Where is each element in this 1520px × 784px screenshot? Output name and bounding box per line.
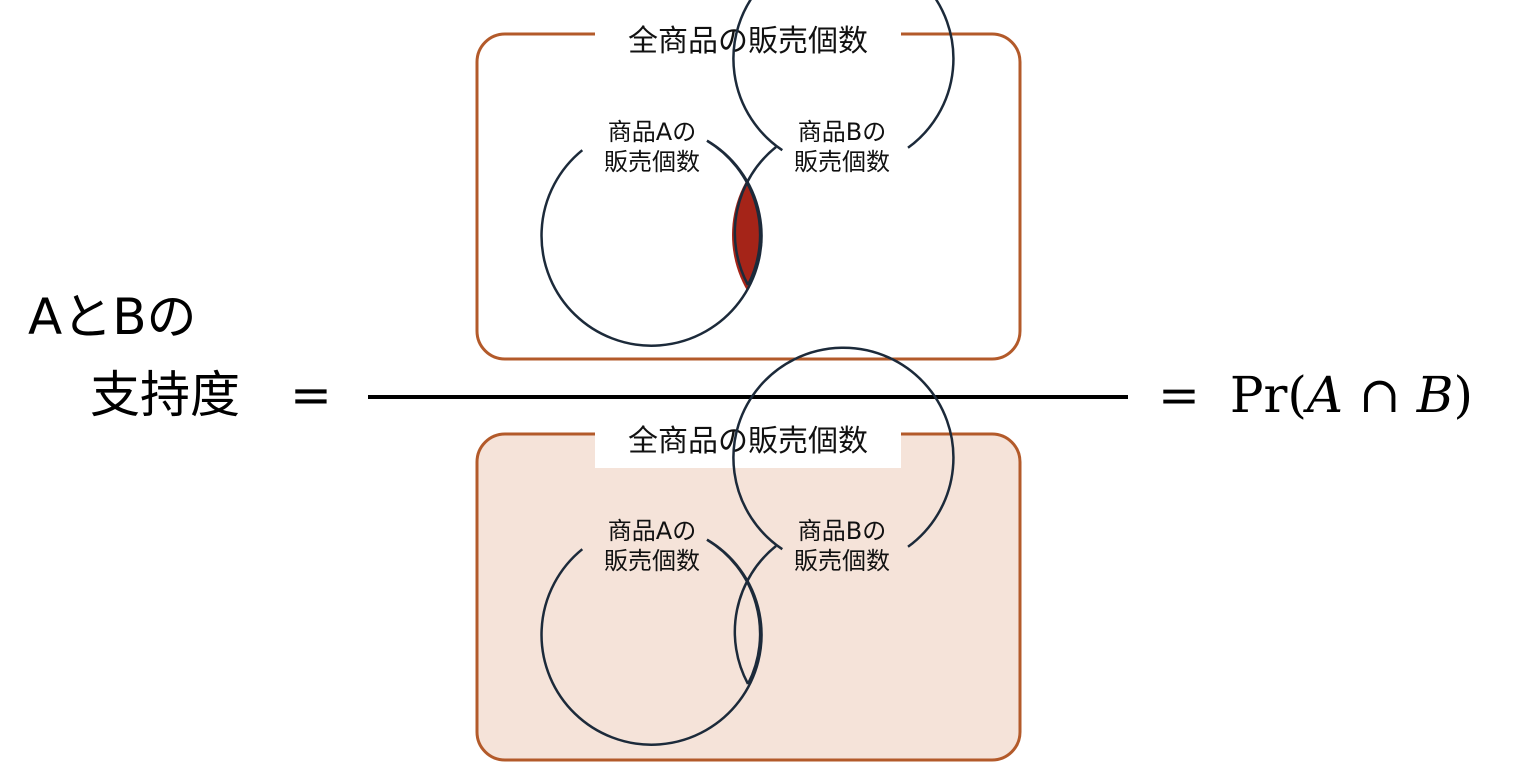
denominator-box [475,432,1022,762]
denominator-circle-b-label1: 商品Bの [798,517,886,545]
denominator-circle-b-label2: 販売個数 [794,547,890,575]
denominator-circle-a-label2: 販売個数 [604,547,700,575]
denominator-circle-a-label1: 商品Aの [608,517,696,545]
denominator-group: 全商品の販売個数 商品Aの 販売個数 商品Bの 販売個数 [475,346,1022,762]
numerator-circle-a-label1: 商品Aの [608,118,696,146]
numerator-box-title: 全商品の販売個数 [628,24,868,59]
support-formula-diagram: AとBの 支持度 = = Pr(A ∩ B) 全商品の販売個数 商品Aの 販売個… [0,0,1520,784]
venn-fraction-svg: 全商品の販売個数 商品Aの 販売個数 商品Bの 販売個数 全商品の販売個数 商品… [368,0,1128,762]
denominator-box-title: 全商品の販売個数 [628,424,868,459]
numerator-circle-a-label2: 販売個数 [604,148,700,176]
numerator-circle-b-label2: 販売個数 [794,148,890,176]
numerator-circle-b-label1: 商品Bの [798,118,886,146]
numerator-group: 全商品の販売個数 商品Aの 販売個数 商品Bの 販売個数 [475,0,1022,361]
